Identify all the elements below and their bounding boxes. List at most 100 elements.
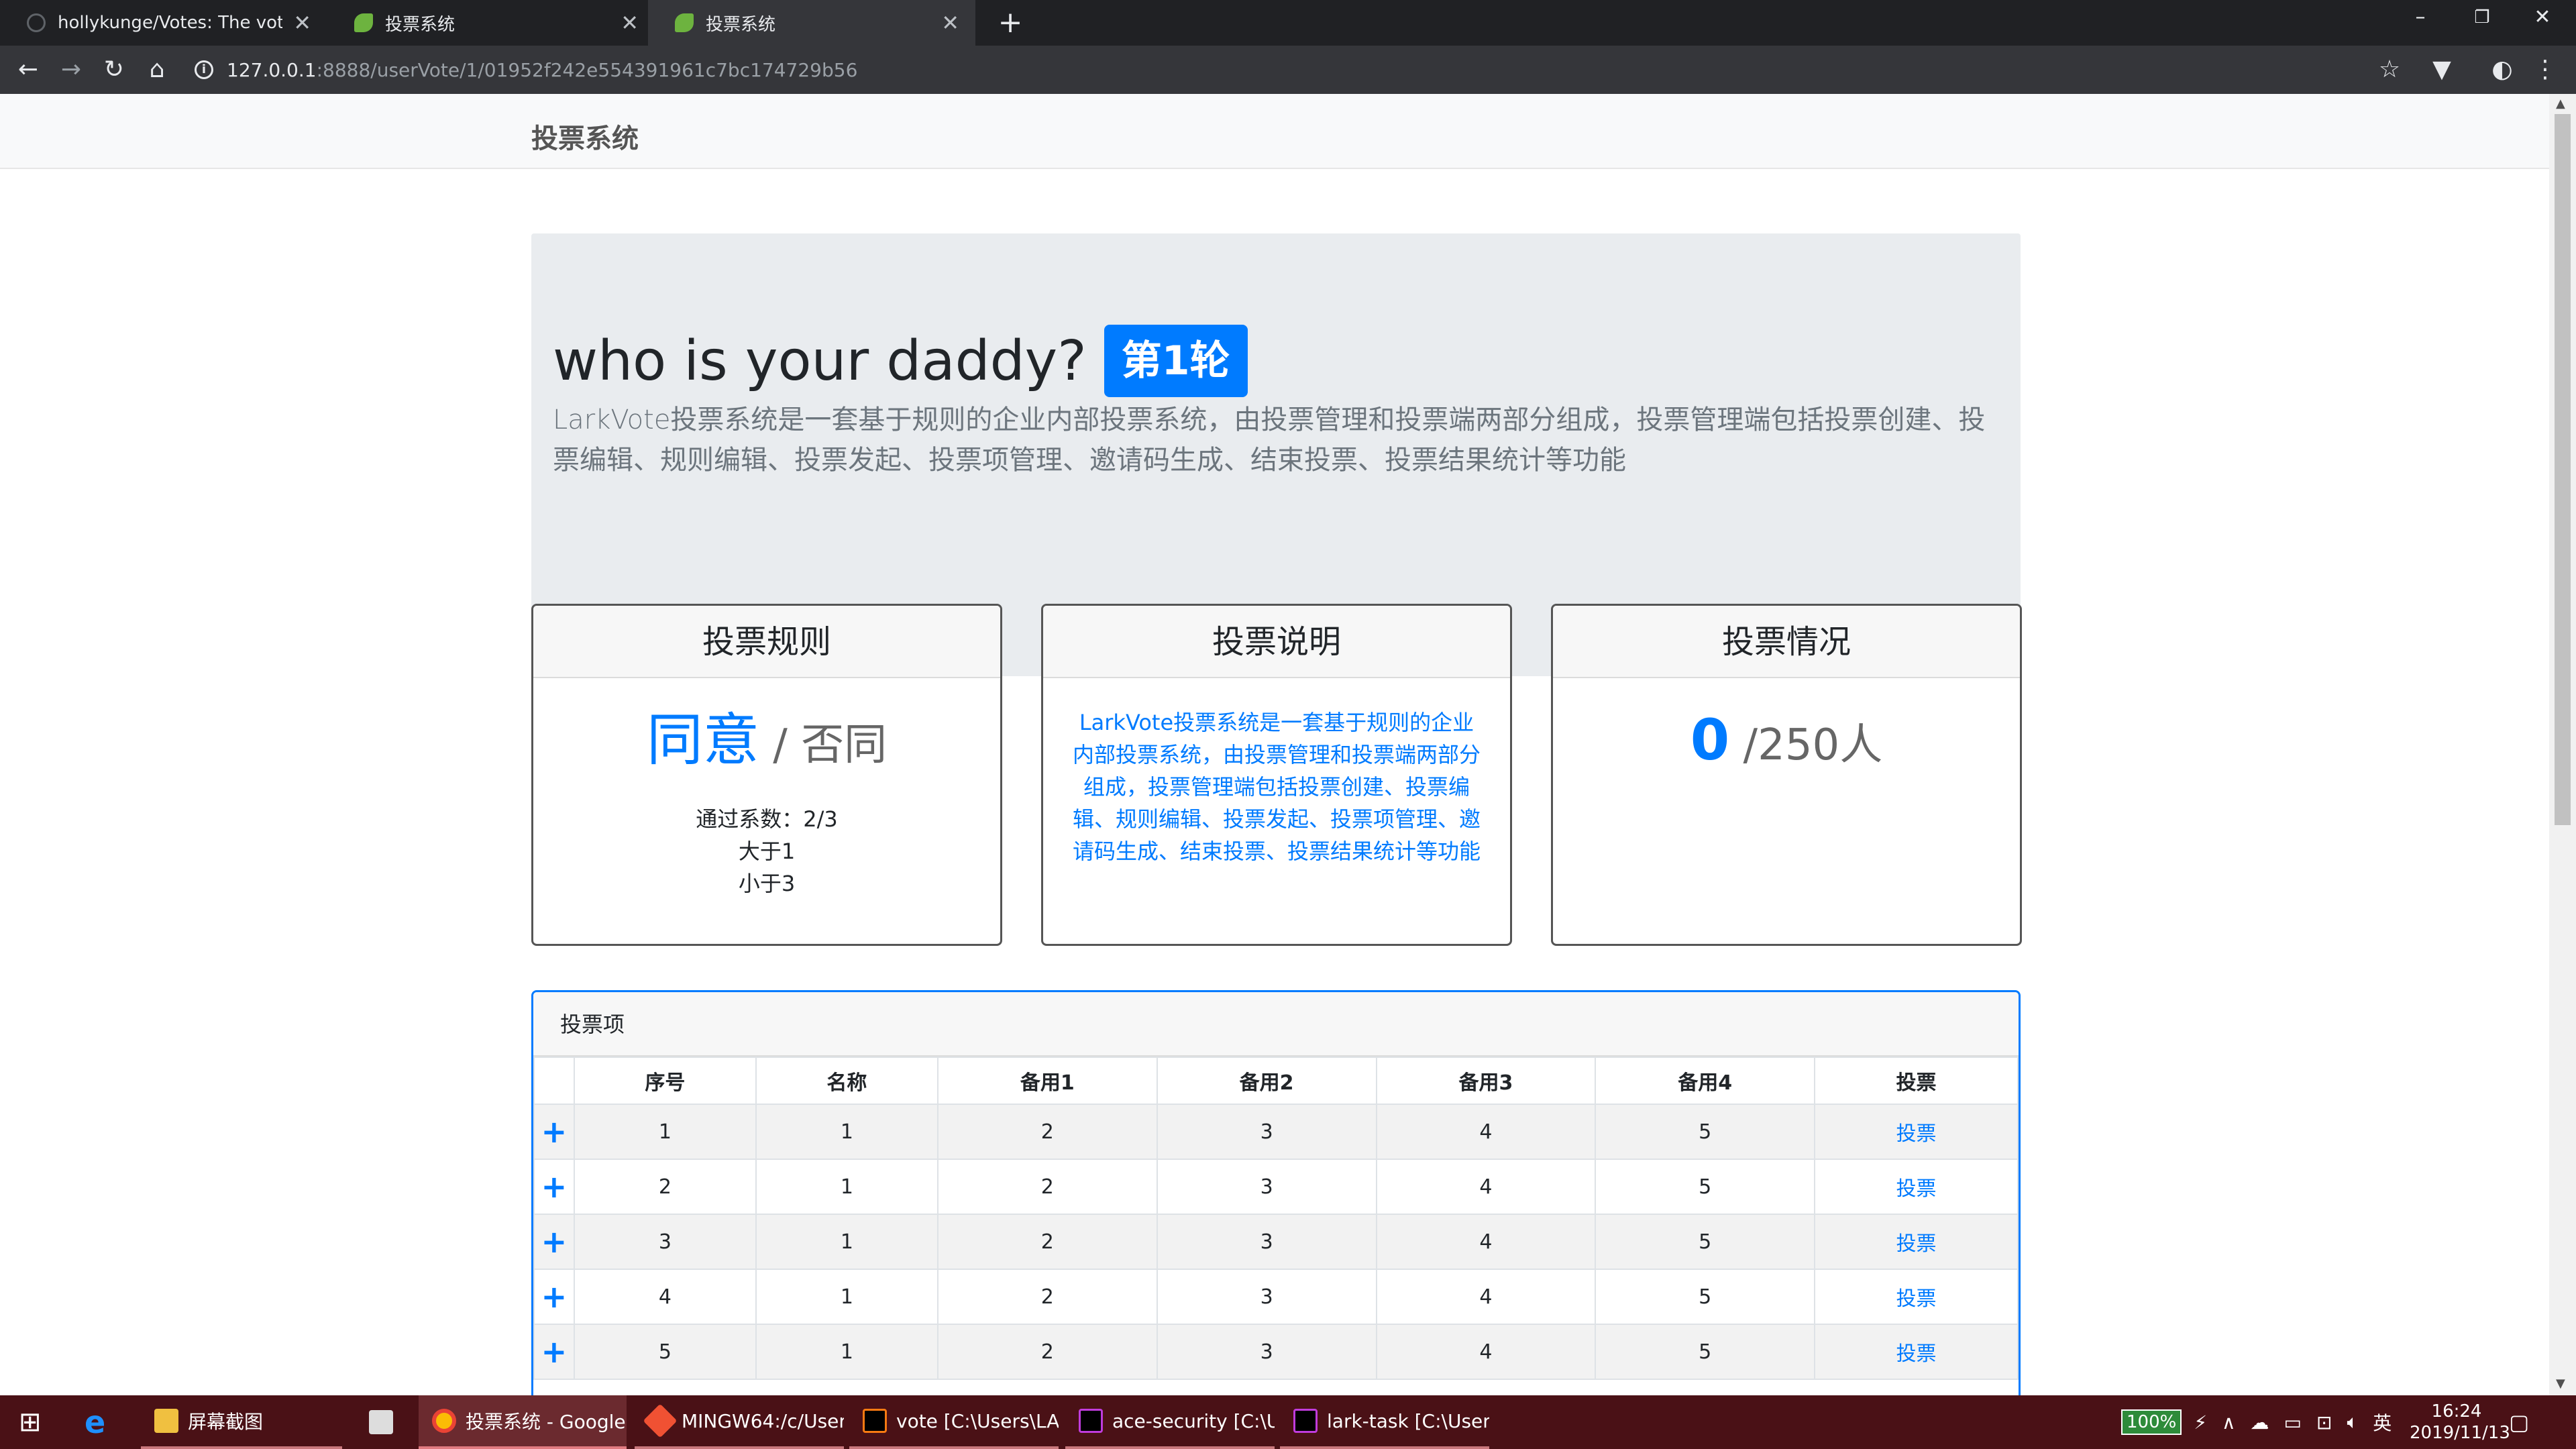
column-header: 备用1 [936, 1057, 1158, 1105]
scroll-up-arrow-icon[interactable]: ▲ [2556, 97, 2565, 111]
window-close-button[interactable]: ✕ [2522, 4, 2563, 31]
windows-start-icon[interactable]: ⊞ [0, 1395, 64, 1449]
browser-toolbar: ← → ↻ ⌂ i 127.0.0.1:8888/userVote/1/0195… [0, 46, 2576, 94]
table-cell: 5 [1595, 1269, 1816, 1325]
table-cell: 2 [936, 1214, 1158, 1270]
extension-icon[interactable]: ▼ [2426, 54, 2458, 86]
taskbar-item-screenshots[interactable]: 屏幕截图 [141, 1395, 342, 1449]
vote-title: who is your daddy? 第1轮 [553, 325, 1248, 397]
tab-vote-system-1[interactable]: 投票系统 ✕ [327, 0, 655, 46]
intellij-icon [1293, 1409, 1318, 1433]
vote-items-table: 序号 名称 备用1 备用2 备用3 备用4 投票 + 1 1 2 3 4 5 投… [533, 1057, 2019, 1380]
profile-avatar-icon[interactable]: ◐ [2486, 54, 2518, 86]
card-body: LarkVote投票系统是一套基于规则的企业内部投票系统，由投票管理和投票端两部… [1043, 706, 1510, 867]
page-scrollbar[interactable]: ▲ ▼ [2549, 94, 2576, 1395]
taskbar-item-idea-ace-security[interactable]: ace-security [C:\U... [1065, 1395, 1275, 1449]
taskbar-label: vote [C:\Users\LA... [896, 1409, 1059, 1432]
disagree-label: / 否同 [759, 720, 888, 770]
table-cell: 4 [1375, 1214, 1597, 1270]
restore-button[interactable]: ❐ [2462, 4, 2502, 31]
bookmark-star-icon[interactable]: ☆ [2373, 54, 2406, 86]
expand-plus-icon[interactable]: + [541, 1169, 568, 1205]
table-cell: 2 [936, 1159, 1158, 1215]
tab-label: 投票系统 [385, 14, 455, 35]
taskbar-item-idea-lark-task[interactable]: lark-task [C:\Users... [1280, 1395, 1489, 1449]
card-body: 0 /250人 [1553, 706, 2020, 790]
reload-icon[interactable]: ↻ [98, 54, 130, 86]
action-center-icon[interactable]: ▢ [2509, 1395, 2529, 1449]
table-cell: 5 [1595, 1324, 1816, 1380]
table-row: + 3 1 2 3 4 5 投票 [533, 1214, 2019, 1270]
vote-link[interactable]: 投票 [1896, 1122, 1937, 1146]
rule-details: 通过系数：2/3 大于1 小于3 [533, 803, 1000, 900]
table-cell: 5 [1595, 1159, 1816, 1215]
taskbar-item-idea-vote[interactable]: vote [C:\Users\LA... [849, 1395, 1059, 1449]
card-header: 投票情况 [1553, 606, 2020, 678]
vote-title-text: who is your daddy? [553, 329, 1087, 393]
cloud-icon[interactable]: ☁ [2251, 1411, 2269, 1434]
vote-link[interactable]: 投票 [1896, 1342, 1937, 1366]
back-arrow-icon[interactable]: ← [12, 54, 44, 86]
minimize-button[interactable]: – [2400, 4, 2440, 31]
taskbar-clock[interactable]: 16:24 2019/11/13 [2410, 1401, 2510, 1444]
address-bar[interactable]: i 127.0.0.1:8888/userVote/1/01952f242e55… [195, 55, 857, 85]
power-plug-icon[interactable]: ⚡ [2194, 1411, 2207, 1434]
taskbar-item-chrome[interactable]: 投票系统 - Google ... [419, 1395, 627, 1449]
agree-label: 同意 [646, 707, 759, 773]
taskbar-label: MINGW64:/c/User... [682, 1409, 844, 1432]
vote-link[interactable]: 投票 [1896, 1177, 1937, 1201]
volume-icon[interactable]: 🔈︎ [2347, 1411, 2358, 1434]
taskbar-label: 投票系统 - Google ... [466, 1411, 627, 1433]
close-icon[interactable]: ✕ [293, 12, 311, 34]
hero-description: LarkVote投票系统是一套基于规则的企业内部投票系统，由投票管理和投票端两部… [553, 405, 1986, 476]
rule-choice: 同意 / 否同 [533, 706, 1000, 790]
scroll-down-arrow-icon[interactable]: ▼ [2556, 1377, 2565, 1391]
expand-plus-icon[interactable]: + [541, 1114, 568, 1150]
top-navbar: 投票系统 [0, 94, 2549, 169]
rule-min: 大于1 [738, 839, 796, 864]
table-cell: 4 [1375, 1324, 1597, 1380]
home-icon[interactable]: ⌂ [141, 54, 173, 86]
show-hidden-icons-chevron-icon[interactable]: ∧ [2222, 1411, 2236, 1434]
column-header: 备用3 [1375, 1057, 1597, 1105]
pass-ratio: 通过系数：2/3 [696, 806, 838, 832]
new-tab-button[interactable]: + [993, 5, 1028, 40]
close-icon[interactable]: ✕ [941, 12, 959, 34]
table-cell: 5 [573, 1324, 757, 1380]
voted-count: 0 [1690, 707, 1730, 773]
column-header: 名称 [755, 1057, 938, 1105]
site-info-icon[interactable]: i [195, 60, 213, 79]
store-icon[interactable] [356, 1395, 409, 1449]
column-header: 备用4 [1595, 1057, 1816, 1105]
tab-vote-system-active[interactable]: 投票系统 ✕ [648, 0, 975, 46]
menu-kebab-icon[interactable]: ⋮ [2529, 54, 2561, 86]
table-cell: 3 [1156, 1159, 1377, 1215]
vote-description-card: 投票说明 LarkVote投票系统是一套基于规则的企业内部投票系统，由投票管理和… [1041, 604, 1512, 946]
taskbar-label: lark-task [C:\Users... [1327, 1409, 1489, 1432]
rule-max: 小于3 [738, 871, 796, 896]
close-icon[interactable]: ✕ [621, 12, 639, 34]
network-icon[interactable]: ⊡ [2316, 1411, 2332, 1434]
vote-link[interactable]: 投票 [1896, 1232, 1937, 1256]
taskbar-label: 屏幕截图 [188, 1411, 264, 1433]
navbar-brand[interactable]: 投票系统 [531, 117, 639, 156]
tab-github[interactable]: hollykunge/Votes: The voting ✕ [0, 0, 327, 46]
expand-plus-icon[interactable]: + [541, 1224, 568, 1260]
input-method-indicator[interactable]: 英 [2373, 1409, 2392, 1436]
card-body: 同意 / 否同 通过系数：2/3 大于1 小于3 [533, 706, 1000, 900]
description-text: LarkVote投票系统是一套基于规则的企业内部投票系统，由投票管理和投票端两部… [1072, 710, 1481, 864]
taskbar-item-git-bash[interactable]: MINGW64:/c/User... [635, 1395, 844, 1449]
expand-plus-icon[interactable]: + [541, 1334, 568, 1370]
table-cell: 4 [1375, 1269, 1597, 1325]
forward-arrow-icon[interactable]: → [55, 54, 87, 86]
scrollbar-thumb[interactable] [2555, 114, 2571, 825]
column-header: 投票 [1814, 1057, 2019, 1105]
battery-percent[interactable]: 100% [2121, 1409, 2182, 1435]
clock-time: 16:24 [2431, 1401, 2482, 1421]
table-cell: 2 [936, 1104, 1158, 1160]
expand-plus-icon[interactable]: + [541, 1279, 568, 1315]
edge-browser-icon[interactable]: e [74, 1395, 127, 1449]
battery-icon[interactable]: ▭ [2284, 1411, 2302, 1434]
vote-link[interactable]: 投票 [1896, 1287, 1937, 1311]
github-icon [27, 13, 46, 32]
